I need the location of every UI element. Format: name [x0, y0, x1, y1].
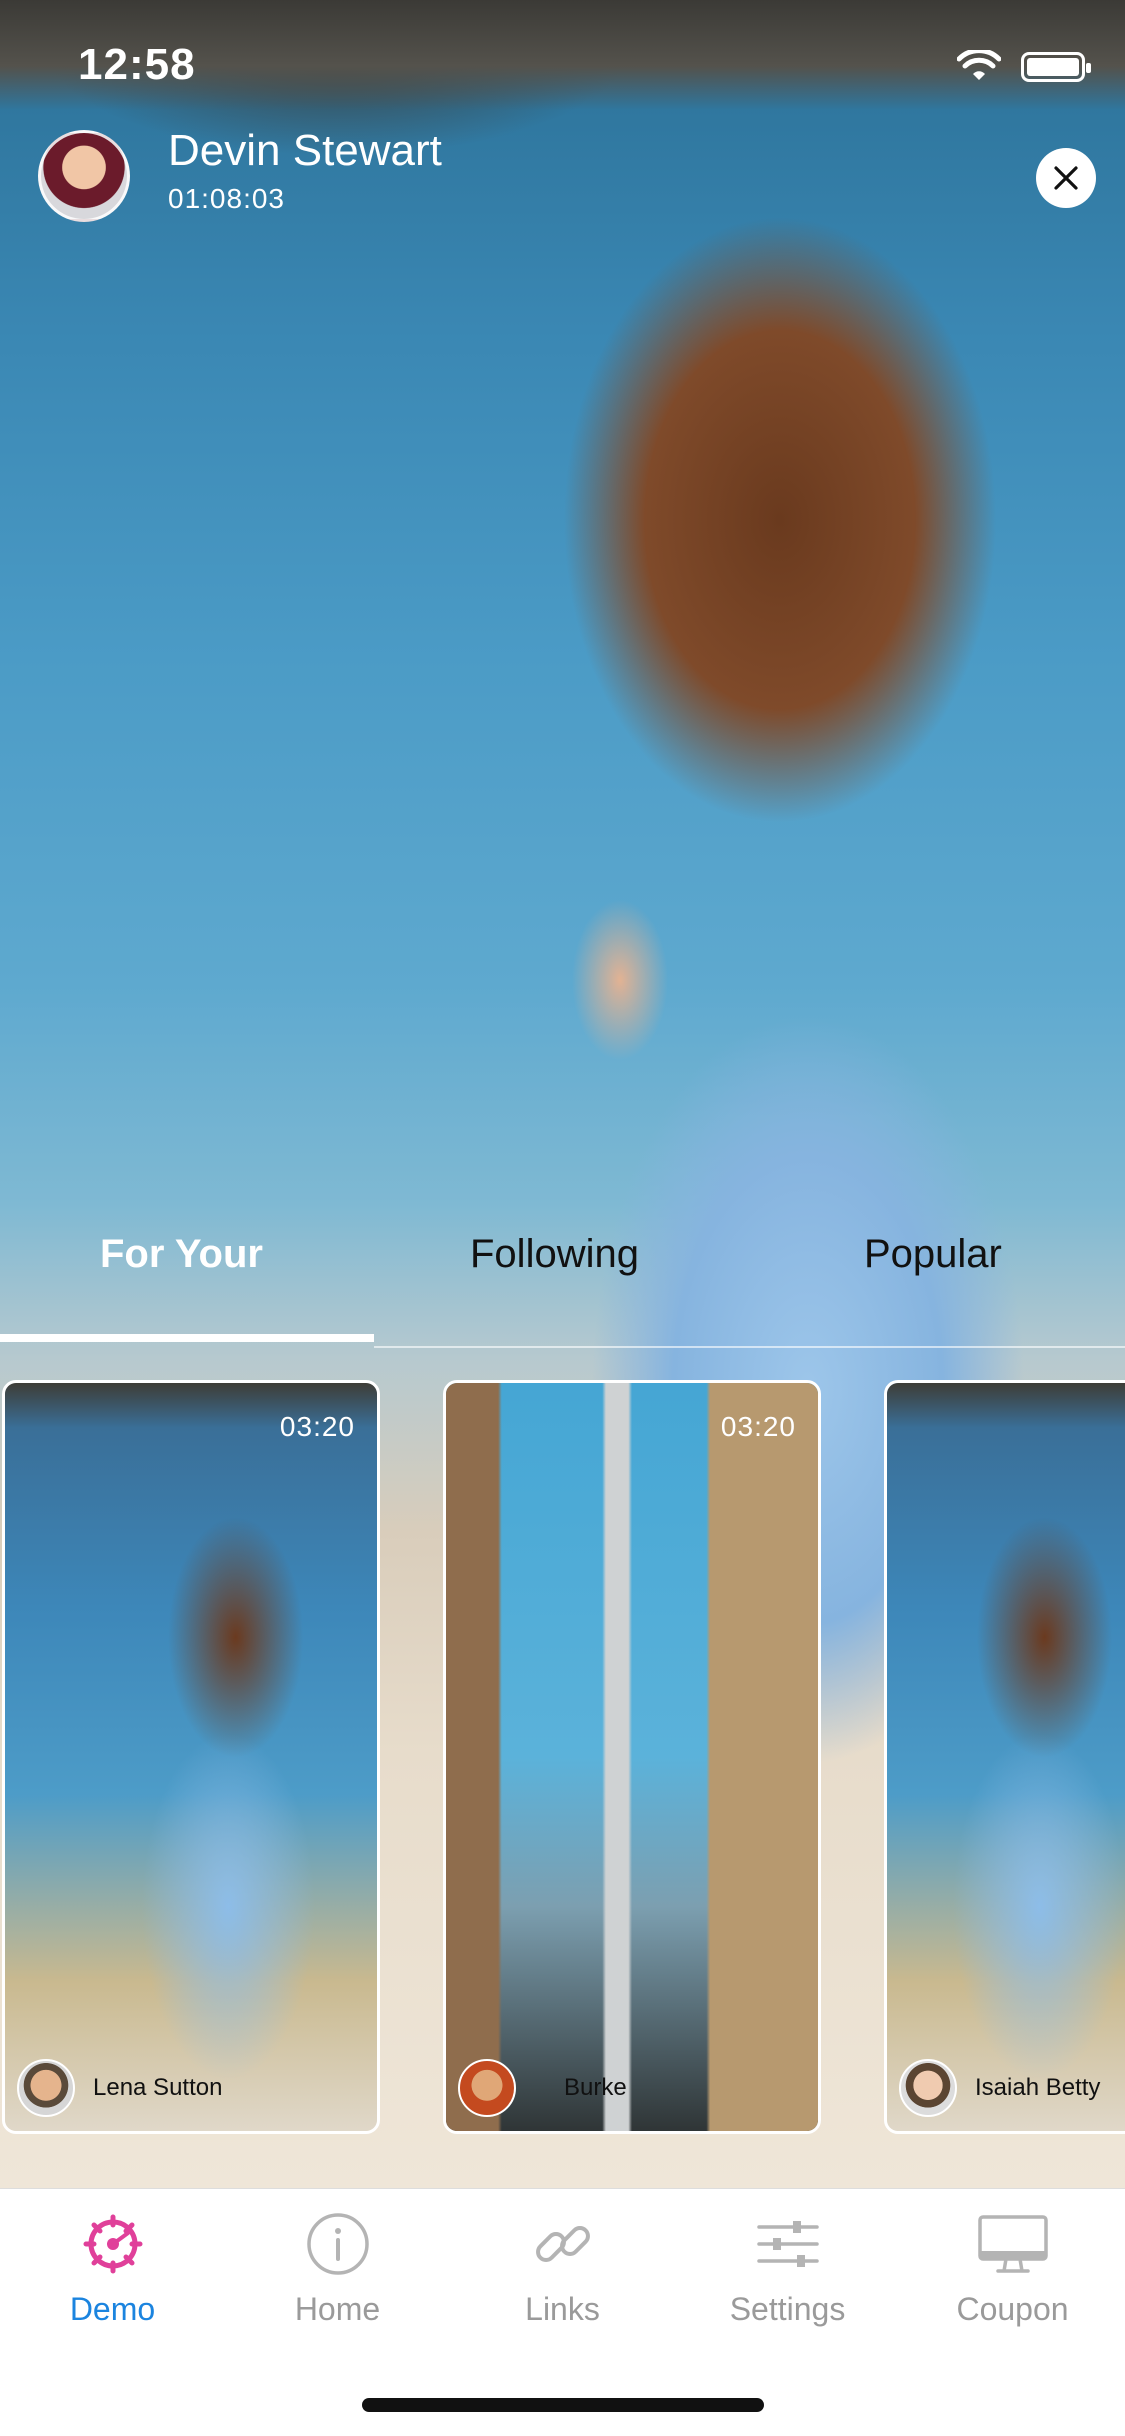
- status-icons: [957, 50, 1091, 84]
- close-icon: [1054, 166, 1078, 190]
- gear-icon: [83, 2214, 142, 2274]
- nav-label: Links: [525, 2291, 600, 2327]
- sliders-icon: [756, 2221, 819, 2267]
- tab-bar: For Your Following Popular: [0, 1220, 1125, 1340]
- battery-icon: [1021, 52, 1091, 82]
- video-card[interactable]: 03:20 Burke: [443, 1380, 821, 2134]
- tab-divider: [374, 1346, 1125, 1348]
- info-icon: [306, 2213, 369, 2275]
- nav-home[interactable]: Home: [225, 2209, 450, 2328]
- nav-links[interactable]: Links: [450, 2209, 675, 2328]
- video-card[interactable]: 03:20 Lena Sutton: [2, 1380, 380, 2134]
- card-duration: 03:20: [720, 1411, 796, 1442]
- video-card[interactable]: Isaiah Betty: [884, 1380, 1125, 2134]
- wifi-icon: [957, 50, 1001, 80]
- tab-popular[interactable]: Popular: [864, 1232, 1002, 1277]
- home-indicator[interactable]: [362, 2398, 764, 2412]
- author-name: Lena Sutton: [93, 2074, 223, 2101]
- card-thumbnail: [887, 1383, 1125, 2131]
- author-avatar: [458, 2059, 516, 2117]
- author-avatar: [899, 2059, 957, 2117]
- card-author: Lena Sutton: [17, 2059, 222, 2117]
- nav-coupon[interactable]: Coupon: [900, 2209, 1125, 2328]
- nav-label: Coupon: [956, 2291, 1069, 2327]
- nav-settings[interactable]: Settings: [675, 2209, 900, 2328]
- card-duration: 03:20: [279, 1411, 355, 1442]
- author-avatar: [17, 2059, 75, 2117]
- link-icon: [535, 2226, 590, 2262]
- active-tab-indicator: [0, 1334, 374, 1342]
- nav-label: Home: [294, 2291, 381, 2327]
- tab-following[interactable]: Following: [470, 1232, 639, 1277]
- author-name: Isaiah Betty: [975, 2074, 1101, 2101]
- monitor-icon: [977, 2215, 1048, 2273]
- card-author: Burke: [458, 2059, 627, 2117]
- nav-label: Demo: [69, 2291, 156, 2327]
- user-name: Devin Stewart: [168, 126, 442, 175]
- nav-label: Settings: [729, 2291, 846, 2327]
- close-button[interactable]: [1036, 148, 1096, 208]
- elapsed-time: 01:08:03: [168, 183, 285, 214]
- card-author: Isaiah Betty: [899, 2059, 1100, 2117]
- tab-for-your[interactable]: For Your: [100, 1232, 263, 1277]
- status-time: 12:58: [78, 40, 196, 89]
- nav-demo[interactable]: Demo: [0, 2209, 225, 2328]
- avatar[interactable]: [38, 130, 130, 222]
- background-arm: [560, 880, 680, 1080]
- card-thumbnail: [5, 1383, 377, 2131]
- card-thumbnail: [446, 1383, 818, 2131]
- author-name: Burke: [564, 2074, 627, 2101]
